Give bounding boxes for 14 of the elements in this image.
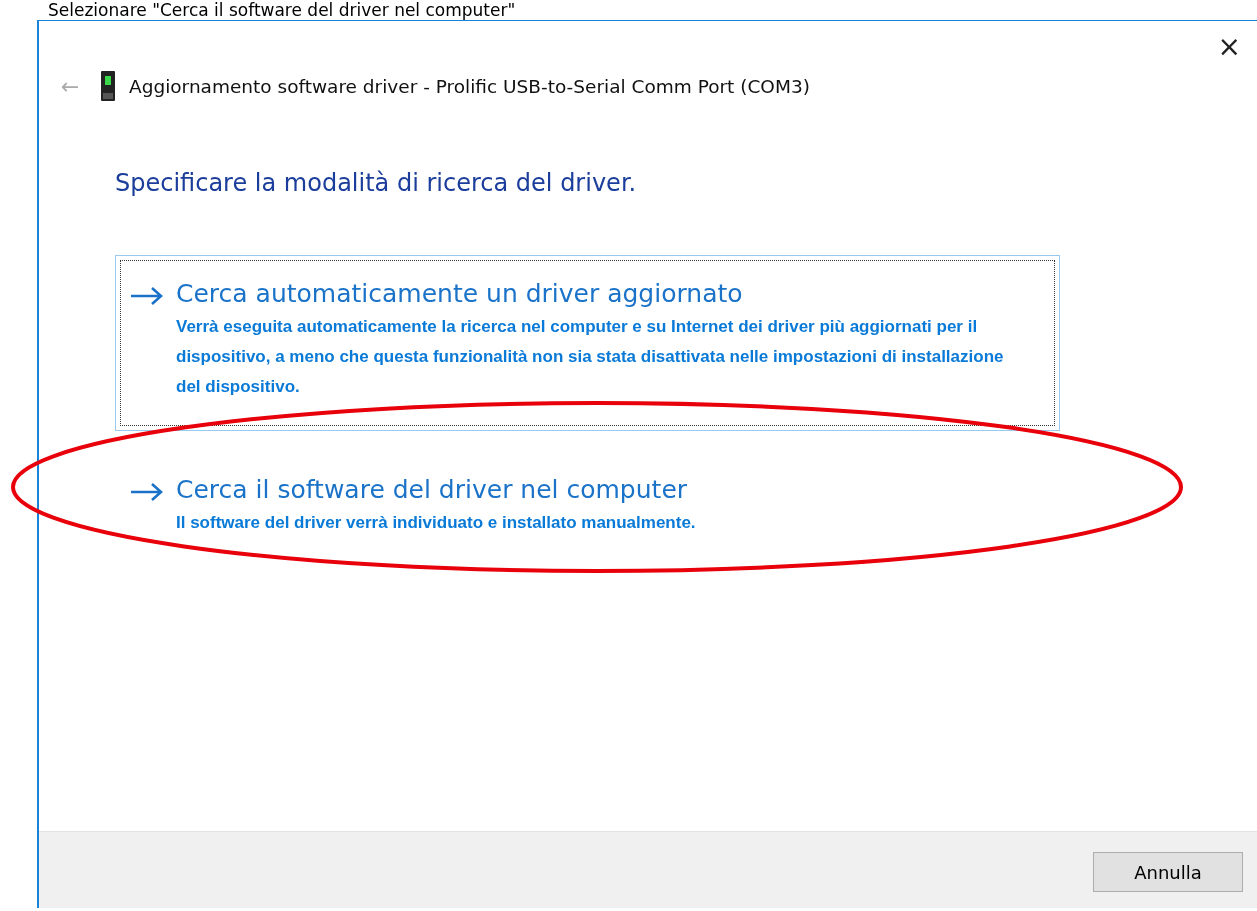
- option-link[interactable]: Cerca il software del driver nel computer Il software del driver verrà individuato e installato manualmente.: [115, 451, 1060, 567]
- arrow-icon: [130, 286, 164, 306]
- option-title: Cerca automaticamente un driver aggiornato: [176, 278, 744, 310]
- close-button[interactable]: ×: [1211, 23, 1247, 71]
- option-description: Verrà eseguita automaticamente la ricerca nel computer e su Internet dei driver più aggiornati per il dispositivo, a meno che questa funzionalità non sia stata disattivata nelle impostazioni di installazione del dispositivo.: [176, 316, 1005, 398]
- cancel-button[interactable]: Annulla: [1093, 852, 1243, 892]
- option-link[interactable]: [115, 255, 1060, 431]
- page-heading: Specificare la modalità di ricerca del driver.: [115, 169, 638, 197]
- window-title: Aggiornamento software driver - Prolific USB-to-Serial Comm Port (COM3): [129, 75, 810, 97]
- caption-text: Selezionare "Cerca il software del driver nel computer": [47, 0, 517, 20]
- option-description: Il software del driver verrà individuato e installato manualmente.: [176, 512, 696, 534]
- usb-device-icon: [101, 71, 115, 101]
- arrow-icon: [130, 482, 164, 502]
- option-title: Cerca il software del driver nel computer: [176, 474, 689, 506]
